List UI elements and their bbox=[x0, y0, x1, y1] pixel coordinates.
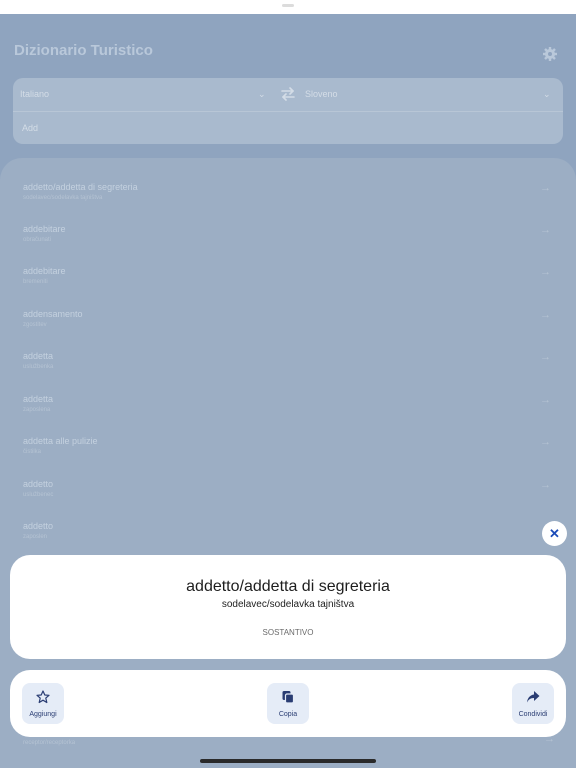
copy-icon bbox=[282, 691, 295, 704]
list-item[interactable]: addetta uslužbenka → bbox=[0, 344, 576, 386]
list-item-translation: bremeniti bbox=[23, 279, 48, 285]
list-item-term: addetto bbox=[23, 479, 54, 489]
list-item-term: addebitare bbox=[23, 224, 66, 234]
list-item[interactable]: addetto/addetta di segreteria sodelavec/… bbox=[0, 175, 576, 217]
language-selector-card: Italiano ⌄ Sloveno ⌄ bbox=[13, 78, 563, 144]
list-item[interactable]: addebitare bremeniti → bbox=[0, 259, 576, 301]
copy-button[interactable]: Copia bbox=[267, 683, 309, 724]
list-item[interactable]: addebitare obračunati → bbox=[0, 217, 576, 259]
arrow-right-icon: → bbox=[540, 266, 551, 278]
top-indicator bbox=[282, 4, 294, 7]
language-row: Italiano ⌄ Sloveno ⌄ bbox=[13, 78, 563, 112]
list-item-translation: uslužbenka bbox=[23, 364, 54, 370]
gear-icon[interactable] bbox=[542, 46, 558, 62]
share-icon bbox=[527, 691, 540, 703]
add-favorite-label: Aggiungi bbox=[29, 711, 57, 718]
list-item[interactable]: addetto zaposlen bbox=[0, 514, 576, 556]
arrow-right-icon: → bbox=[540, 394, 551, 406]
copy-label: Copia bbox=[278, 711, 298, 718]
list-item-translation: čistilka bbox=[23, 449, 42, 455]
list-item-translation: obračunati bbox=[23, 237, 52, 243]
search-input[interactable] bbox=[22, 121, 542, 135]
star-icon bbox=[36, 690, 50, 704]
status-bar bbox=[0, 0, 576, 14]
close-icon: ✕ bbox=[549, 525, 560, 541]
list-item-translation: zgostitev bbox=[23, 322, 47, 328]
source-language-select[interactable]: Italiano bbox=[20, 89, 49, 99]
arrow-right-icon: → bbox=[540, 351, 551, 363]
arrow-right-icon: → bbox=[540, 224, 551, 236]
list-item-translation: uslužbenec bbox=[23, 492, 54, 498]
list-item-translation: zaposlen bbox=[23, 534, 48, 540]
share-label: Condividi bbox=[518, 711, 548, 718]
list-item-translation: zaposlena bbox=[23, 407, 51, 413]
list-item-term: addetto/addetta di segreteria bbox=[23, 182, 138, 192]
list-item[interactable]: addetta alle pulizie čistilka → bbox=[0, 429, 576, 471]
close-button[interactable]: ✕ bbox=[542, 521, 567, 546]
list-item-term: addensamento bbox=[23, 309, 83, 319]
swap-arrows-icon[interactable] bbox=[280, 87, 296, 101]
list-item-term: addetto bbox=[23, 521, 54, 531]
word-detail-card: addetto/addetta di segreteria sodelavec/… bbox=[10, 555, 566, 659]
list-item-term: addetta alle pulizie bbox=[23, 436, 98, 446]
list-item-translation: sodelavec/sodelavka tajništva bbox=[23, 195, 103, 201]
arrow-right-icon: → bbox=[540, 182, 551, 194]
chevron-down-icon[interactable]: ⌄ bbox=[258, 89, 266, 100]
arrow-right-icon: → bbox=[540, 479, 551, 491]
list-item[interactable]: addetto uslužbenec → bbox=[0, 472, 576, 514]
list-item[interactable]: addetta zaposlena → bbox=[0, 387, 576, 429]
detail-translation: sodelavec/sodelavka tajništva bbox=[221, 599, 355, 610]
app-title: Dizionario Turistico bbox=[14, 42, 153, 59]
detail-word: addetto/addetta di segreteria bbox=[186, 578, 390, 595]
home-indicator bbox=[200, 759, 376, 763]
list-item[interactable]: addensamento zgostitev → bbox=[0, 302, 576, 344]
target-language-select[interactable]: Sloveno bbox=[305, 89, 338, 99]
arrow-right-icon: → bbox=[540, 309, 551, 321]
list-item-translation: receptor/receptorka bbox=[23, 740, 76, 746]
chevron-down-icon[interactable]: ⌄ bbox=[543, 89, 551, 100]
part-of-speech-label: SOSTANTIVO bbox=[262, 628, 314, 637]
list-item-term: addetta bbox=[23, 394, 54, 404]
action-bar: Aggiungi Copia Condividi bbox=[10, 670, 566, 737]
add-favorite-button[interactable]: Aggiungi bbox=[22, 683, 64, 724]
list-item-term: addebitare bbox=[23, 266, 66, 276]
arrow-right-icon: → bbox=[540, 436, 551, 448]
share-button[interactable]: Condividi bbox=[512, 683, 554, 724]
list-item-term: addetta bbox=[23, 351, 54, 361]
